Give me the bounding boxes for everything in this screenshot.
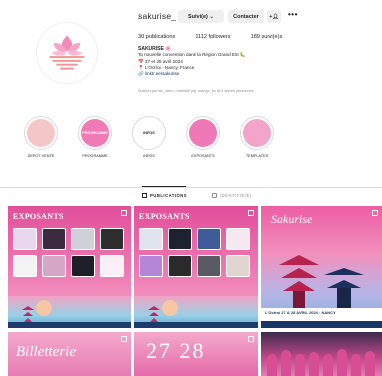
exhibitor-tile xyxy=(226,228,250,250)
highlight-templates[interactable]: TEMPLATES xyxy=(234,116,280,158)
post-footer-text: L'Octroi 27 & 28 AVRIL 2024 · NANCY xyxy=(265,310,336,315)
highlight-ring: INFOS xyxy=(132,116,166,150)
post-thumbnail[interactable]: Billetterie xyxy=(8,332,131,376)
story-highlights: DEPOT VENTE PROGRAMME PROGRAMME INFOS IN… xyxy=(14,116,314,176)
sun-shape xyxy=(162,300,178,316)
sun-shape xyxy=(36,300,52,316)
post-title: Sakurise xyxy=(271,212,313,226)
highlight-infos[interactable]: INFOS INFOS xyxy=(126,116,172,158)
exhibitor-tile xyxy=(139,255,163,277)
grid-icon xyxy=(142,193,147,198)
tab-tagged[interactable]: IDENTIFIÉ(E) xyxy=(212,193,252,198)
exhibitor-tile xyxy=(71,228,95,250)
person-shape xyxy=(323,354,333,376)
highlight-label: TEMPLATES xyxy=(245,154,269,158)
exhibitor-tile xyxy=(168,228,192,250)
highlight-ring: PROGRAMME xyxy=(78,116,112,150)
highlight-ring xyxy=(186,116,220,150)
exhibitor-tile xyxy=(71,255,95,277)
followers-count[interactable]: 1112 followers xyxy=(195,34,230,40)
contact-button[interactable]: Contacter xyxy=(228,10,264,23)
tagged-person-icon xyxy=(212,193,217,198)
posts-grid: EXPOSANTS EXPOSANTS Sakurise L'Octroi 27… xyxy=(8,206,382,376)
exhibitor-tile xyxy=(197,255,221,277)
suggested-users-button[interactable]: +👤︎ xyxy=(267,10,281,23)
more-options-icon[interactable]: ••• xyxy=(288,10,298,19)
highlight-cover xyxy=(189,119,217,147)
tab-publications[interactable]: PUBLICATIONS xyxy=(142,193,187,198)
person-shape xyxy=(365,351,375,376)
exhibitor-tiles xyxy=(13,228,127,277)
tab-label: IDENTIFIÉ(E) xyxy=(220,193,252,198)
highlight-cover xyxy=(27,119,55,147)
post-thumbnail[interactable]: EXPOSANTS xyxy=(8,206,131,328)
post-thumbnail[interactable]: Sakurise L'Octroi 27 & 28 AVRIL 2024 · N… xyxy=(261,206,382,328)
highlight-label: DEPOT VENTE xyxy=(27,154,55,158)
carousel-icon xyxy=(248,210,254,216)
post-title: EXPOSANTS xyxy=(13,212,64,221)
highlight-cover xyxy=(243,119,271,147)
post-footer-art xyxy=(134,296,258,328)
exhibitor-tile xyxy=(13,228,37,250)
follow-button[interactable]: Suivi(e) ⌄ xyxy=(178,10,224,23)
highlight-cover: PROGRAMME xyxy=(81,119,109,147)
post-title: EXPOSANTS xyxy=(139,212,190,221)
post-photo xyxy=(261,332,382,376)
carousel-icon xyxy=(248,336,254,342)
following-count[interactable]: 189 suivi(e)s xyxy=(251,34,283,40)
post-thumbnail[interactable] xyxy=(261,332,382,376)
exhibitor-tile xyxy=(100,228,124,250)
highlight-ring xyxy=(24,116,58,150)
highlight-depot-vente[interactable]: DEPOT VENTE xyxy=(18,116,64,158)
footer-bar xyxy=(8,322,131,328)
active-tab-indicator xyxy=(142,186,186,187)
highlight-ring xyxy=(240,116,274,150)
post-title: 27 28 xyxy=(146,338,206,363)
followed-by-text[interactable]: Suivi(e) par lilu_stmo, mathilde.pql, ma… xyxy=(138,89,254,93)
person-shape xyxy=(281,350,291,376)
exhibitor-tile xyxy=(168,255,192,277)
highlight-exposants[interactable]: EXPOSANTS xyxy=(180,116,226,158)
post-thumbnail[interactable]: 27 28 xyxy=(134,332,258,376)
highlight-label: PROGRAMME xyxy=(82,154,108,158)
exhibitor-tile xyxy=(139,228,163,250)
bio-link[interactable]: 🔗 linktr.ee/sakurise xyxy=(138,71,246,77)
exhibitor-tile xyxy=(226,255,250,277)
highlight-label: INFOS xyxy=(143,154,155,158)
highlight-label: EXPOSANTS xyxy=(191,154,215,158)
carousel-icon xyxy=(121,210,127,216)
post-footer-art xyxy=(8,296,131,328)
person-shape xyxy=(267,354,277,376)
profile-username: sakurise_ xyxy=(138,11,177,21)
exhibitor-tile xyxy=(42,255,66,277)
person-shape xyxy=(295,354,305,376)
exhibitor-tile xyxy=(100,255,124,277)
footer-bar xyxy=(134,322,258,328)
exhibitor-tiles xyxy=(139,228,253,277)
post-title: Billetterie xyxy=(16,344,76,360)
pagoda-scene-icon xyxy=(279,255,364,310)
posts-count: 30 publications xyxy=(138,34,176,40)
exhibitor-tile xyxy=(13,255,37,277)
sakura-logo-icon xyxy=(49,35,85,70)
profile-stats: 30 publications 1112 followers 189 suivi… xyxy=(138,34,282,40)
carousel-icon xyxy=(372,210,378,216)
exhibitor-tile xyxy=(42,228,66,250)
person-shape xyxy=(309,352,319,376)
profile-avatar[interactable] xyxy=(36,22,98,84)
exhibitor-tile xyxy=(197,228,221,250)
footer-bar xyxy=(261,321,382,328)
bio-line: Ta nouvelle convention dans la Région Gr… xyxy=(138,52,246,58)
add-user-icon: +👤︎ xyxy=(269,13,279,20)
carousel-icon xyxy=(121,336,127,342)
profile-bio: SAKURISE 🌸 Ta nouvelle convention dans l… xyxy=(138,46,246,77)
post-footer: L'Octroi 27 & 28 AVRIL 2024 · NANCY xyxy=(261,308,382,328)
highlight-programme[interactable]: PROGRAMME PROGRAMME xyxy=(72,116,118,158)
highlight-cover: INFOS xyxy=(135,119,163,147)
tab-label: PUBLICATIONS xyxy=(150,193,188,198)
tabs-divider xyxy=(0,187,382,188)
person-shape xyxy=(351,354,361,376)
person-shape xyxy=(337,349,347,376)
post-thumbnail[interactable]: EXPOSANTS xyxy=(134,206,258,328)
